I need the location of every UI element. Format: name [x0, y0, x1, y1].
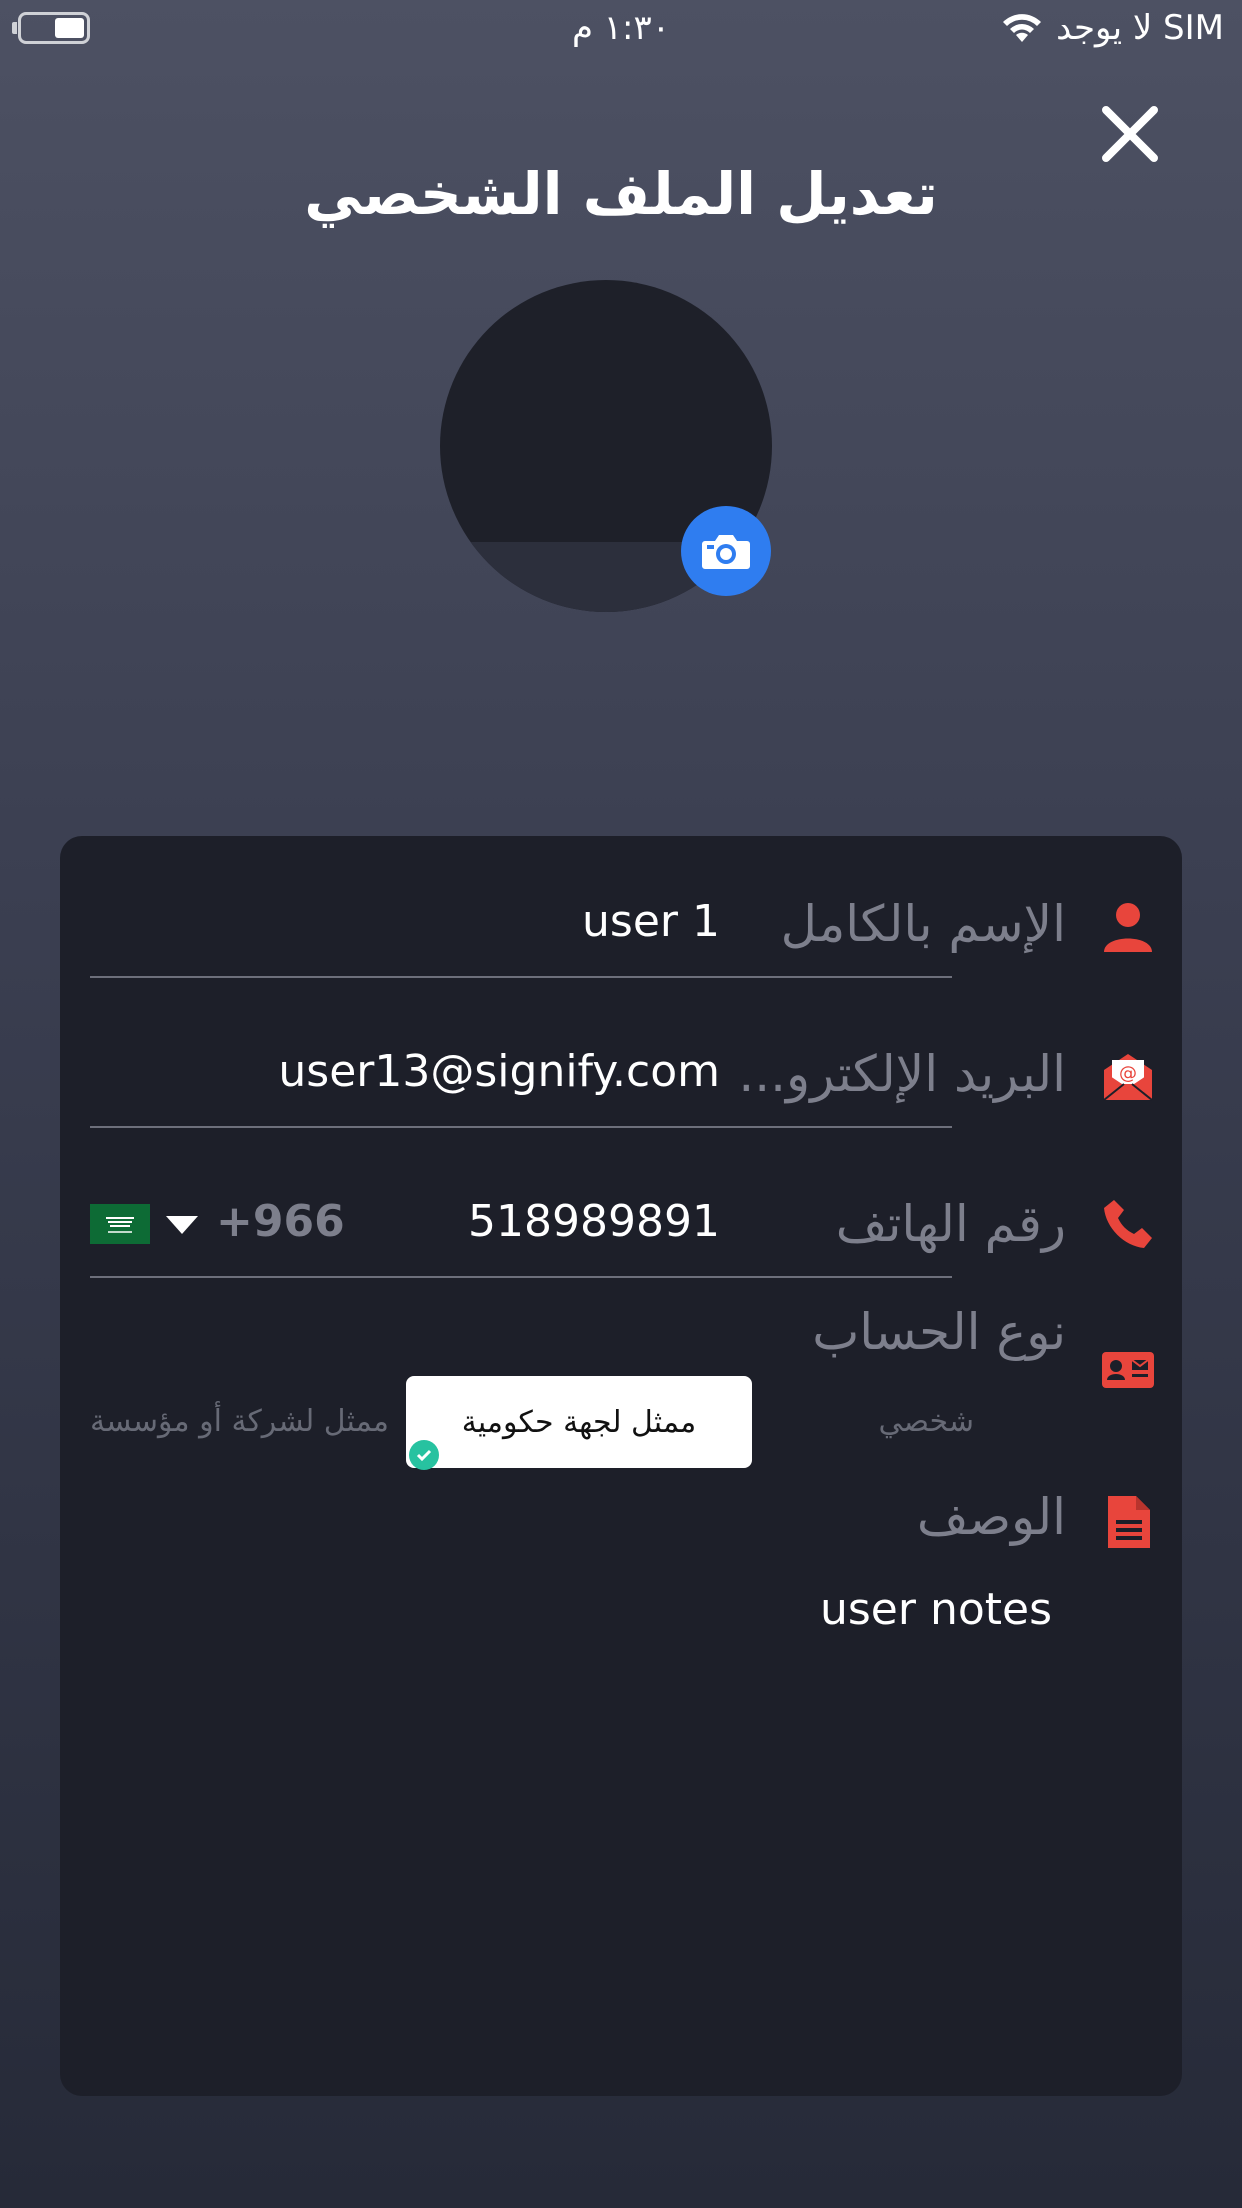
person-icon	[1100, 898, 1156, 954]
full-name-label: الإسم بالكامل	[780, 895, 1066, 953]
description-label: الوصف	[916, 1488, 1066, 1546]
wifi-icon	[1003, 14, 1042, 42]
email-label: البريد الإلكترو...	[738, 1045, 1066, 1103]
document-icon	[1100, 1494, 1156, 1550]
country-dropdown-chevron-icon[interactable]	[166, 1216, 198, 1240]
check-icon	[409, 1440, 439, 1470]
country-code[interactable]: +966	[216, 1196, 345, 1247]
svg-text:@: @	[1119, 1063, 1137, 1084]
account-type-option-government[interactable]: ممثل لجهة حكومية	[406, 1376, 752, 1468]
envelope-icon: @	[1100, 1048, 1156, 1104]
carrier-label: لا يوجد SIM	[1056, 8, 1224, 48]
account-type-option-personal[interactable]: شخصي	[878, 1404, 974, 1439]
account-type-label: نوع الحساب	[812, 1303, 1066, 1361]
phone-underline	[90, 1276, 952, 1278]
change-photo-button[interactable]	[681, 506, 771, 596]
email-input[interactable]: user13@signify.com	[278, 1046, 720, 1097]
full-name-input[interactable]: user 1	[582, 896, 720, 947]
close-icon	[1102, 106, 1158, 162]
status-right: لا يوجد SIM	[1000, 8, 1224, 48]
email-underline	[90, 1126, 952, 1128]
close-button[interactable]	[1100, 104, 1160, 164]
phone-label: رقم الهاتف	[835, 1195, 1066, 1253]
page-title: تعديل الملف الشخصي	[304, 160, 938, 228]
saudi-flag-icon[interactable]	[90, 1204, 150, 1244]
full-name-underline	[90, 976, 952, 978]
phone-input[interactable]: 518989891	[468, 1196, 720, 1247]
id-card-icon	[1100, 1342, 1156, 1398]
camera-icon	[702, 535, 750, 569]
phone-icon	[1100, 1196, 1156, 1252]
account-type-option-company[interactable]: ممثل لشركة أو مؤسسة	[90, 1404, 389, 1439]
description-textarea[interactable]: user notes	[820, 1584, 1052, 1635]
